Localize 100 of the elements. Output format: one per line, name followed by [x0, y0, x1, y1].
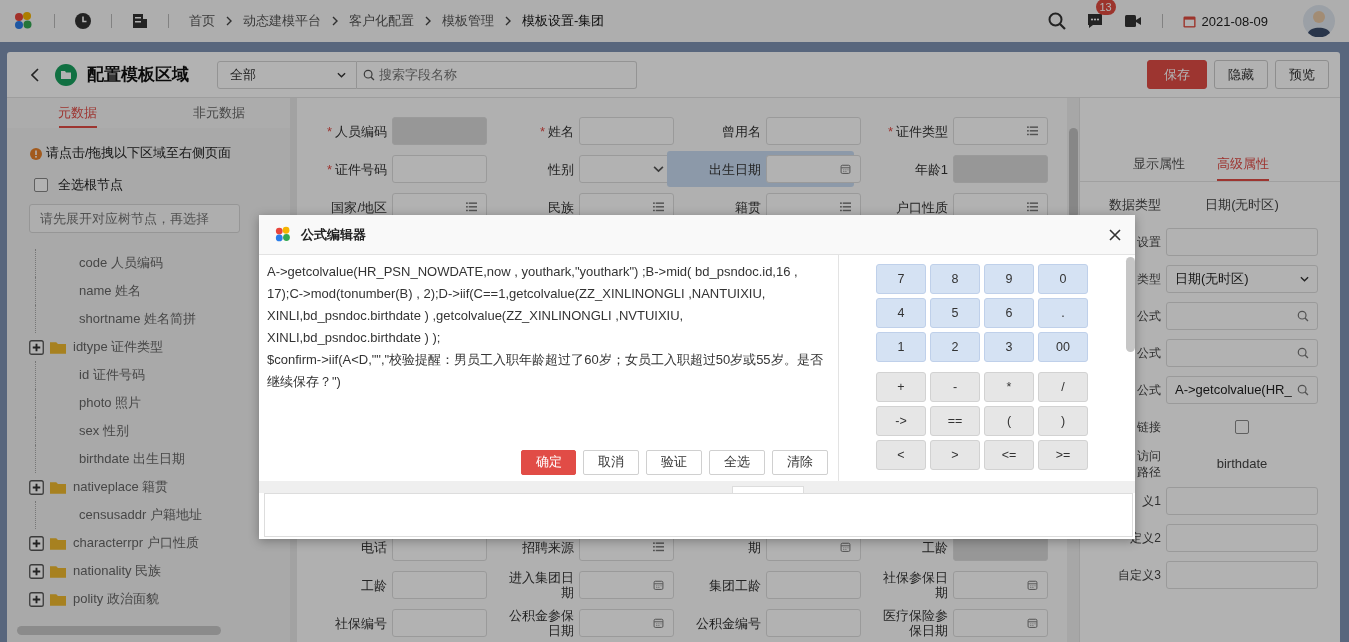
operator-key[interactable]: +: [876, 372, 926, 402]
input-field[interactable]: [392, 609, 487, 637]
tree-item[interactable]: idtype 证件类型: [73, 338, 164, 356]
tab[interactable]: 显示属性: [1133, 148, 1185, 181]
input-field[interactable]: [766, 571, 861, 599]
tree-item[interactable]: censusaddr 户籍地址: [79, 506, 202, 524]
checkbox[interactable]: [34, 178, 48, 192]
scrollbar[interactable]: [1126, 257, 1135, 352]
tree-item[interactable]: name 姓名: [79, 282, 142, 300]
picker-field[interactable]: [953, 117, 1048, 145]
tree-item[interactable]: sex 性别: [79, 422, 129, 440]
tree-item[interactable]: shortname 姓名简拼: [79, 310, 197, 328]
expand-icon[interactable]: [29, 339, 44, 355]
field-label: 籍贯: [734, 199, 761, 215]
operator-key[interactable]: -: [930, 372, 980, 402]
operator-key[interactable]: <: [876, 440, 926, 470]
confirm-button[interactable]: 确定: [521, 450, 576, 475]
input-field[interactable]: [392, 155, 487, 183]
operator-key[interactable]: ): [1038, 406, 1088, 436]
operator-key[interactable]: /: [1038, 372, 1088, 402]
breadcrumb-link[interactable]: 模板管理: [442, 12, 494, 30]
date-field[interactable]: [953, 609, 1048, 637]
close-icon[interactable]: [1109, 228, 1121, 241]
scrollbar[interactable]: [17, 626, 221, 635]
operator-key[interactable]: >: [930, 440, 980, 470]
date-field[interactable]: [953, 571, 1048, 599]
tree-item[interactable]: id 证件号码: [79, 366, 145, 384]
expand-icon[interactable]: [29, 591, 44, 607]
date-field[interactable]: [766, 155, 861, 183]
breadcrumb-link[interactable]: 首页: [189, 12, 215, 30]
video-icon[interactable]: [1123, 12, 1142, 30]
input-field[interactable]: [766, 609, 861, 637]
dialog-button[interactable]: 取消: [583, 450, 639, 475]
digit-key[interactable]: 7: [876, 264, 926, 294]
tab[interactable]: 非元数据: [148, 98, 290, 128]
digit-key[interactable]: 6: [984, 298, 1034, 328]
input-field[interactable]: [766, 117, 861, 145]
field-label: * 证件号码: [325, 161, 387, 177]
building-icon[interactable]: [132, 13, 148, 29]
digit-key[interactable]: 1: [876, 332, 926, 362]
dialog-button[interactable]: 清除: [772, 450, 828, 475]
date-field[interactable]: [579, 609, 674, 637]
tree-item[interactable]: code 人员编码: [79, 254, 163, 272]
chat-icon[interactable]: [1085, 12, 1104, 30]
breadcrumb-link[interactable]: 客户化配置: [349, 12, 414, 30]
expand-icon[interactable]: [29, 563, 44, 579]
tree-item[interactable]: characterrpr 户口性质: [73, 534, 199, 552]
date-field[interactable]: [579, 571, 674, 599]
tree-item[interactable]: nativeplace 籍贯: [73, 478, 169, 496]
input-field[interactable]: [1166, 560, 1318, 589]
dialog-button[interactable]: 验证: [646, 450, 702, 475]
operator-key[interactable]: ==: [930, 406, 980, 436]
digit-key[interactable]: 0: [1038, 264, 1088, 294]
input-field[interactable]: [392, 571, 487, 599]
select-field[interactable]: 日期(无时区): [1166, 264, 1318, 293]
back-icon[interactable]: [31, 67, 39, 82]
digit-key[interactable]: 00: [1038, 332, 1088, 362]
header-button[interactable]: 预览: [1275, 60, 1329, 89]
property-label: 自定义3: [1118, 566, 1161, 583]
avatar[interactable]: [1303, 5, 1335, 37]
dialog-button[interactable]: 全选: [709, 450, 765, 475]
scrollbar[interactable]: [1068, 128, 1078, 218]
formula-field[interactable]: [1166, 301, 1318, 330]
clock-icon[interactable]: [75, 13, 91, 29]
tree-search-field[interactable]: 请先展开对应树节点，再选择: [29, 204, 240, 233]
input-field[interactable]: [579, 117, 674, 145]
digit-key[interactable]: 5: [930, 298, 980, 328]
digit-key[interactable]: 9: [984, 264, 1034, 294]
input-field[interactable]: [1166, 523, 1318, 552]
header-button[interactable]: 隐藏: [1214, 60, 1268, 89]
search-field[interactable]: 搜索字段名称: [357, 60, 637, 89]
operator-key[interactable]: *: [984, 372, 1034, 402]
input-field[interactable]: [1166, 227, 1318, 256]
filter-select[interactable]: 全部: [217, 60, 357, 89]
operator-key[interactable]: >=: [1038, 440, 1088, 470]
expand-icon[interactable]: [29, 479, 44, 495]
digit-key[interactable]: 3: [984, 332, 1034, 362]
digit-key[interactable]: 4: [876, 298, 926, 328]
tab[interactable]: [732, 486, 804, 493]
breadcrumb-link[interactable]: 动态建模平台: [243, 12, 321, 30]
input-field[interactable]: [1166, 486, 1318, 515]
field-label: 公积金参保日期: [508, 608, 574, 638]
tree-item[interactable]: nationality 民族: [73, 562, 162, 580]
tree-item[interactable]: polity 政治面貌: [73, 590, 159, 608]
operator-key[interactable]: ->: [876, 406, 926, 436]
checkbox[interactable]: [1235, 419, 1249, 434]
operator-key[interactable]: (: [984, 406, 1034, 436]
operator-key[interactable]: <=: [984, 440, 1034, 470]
formula-editor[interactable]: A->getcolvalue(HR_PSN_NOWDATE,now , youthark,"youthark") ;B->mid( bd_psndoc.id,16 , 17);C->mod(tonumber(B) , 2);D->iif(C==1,getcolvalue(ZZ_XINLINONGLI ,NANTUIXIU, XINLI,bd_psndoc.birthdate ) ,getcolvalue(ZZ_XINLINONGLI ,NVTUIXIU, XINLI,bd_psndoc.birthdate ) ); $confirm->iif(A<D,"","校验提醒：男员工入职年龄超过了60岁；女员工入职超过50岁或55岁。是否继续保存？"): [259, 255, 838, 450]
formula-field[interactable]: A->getcolvalue(HR_: [1166, 375, 1318, 404]
expand-icon[interactable]: [29, 535, 44, 551]
tree-item[interactable]: photo 照片: [79, 394, 142, 412]
tree-item[interactable]: birthdate 出生日期: [79, 450, 186, 468]
search-icon[interactable]: [1047, 12, 1066, 30]
digit-key[interactable]: .: [1038, 298, 1088, 328]
breadcrumb-link[interactable]: 模板设置-集团: [522, 12, 605, 30]
digit-key[interactable]: 8: [930, 264, 980, 294]
save-button[interactable]: 保存: [1147, 60, 1207, 89]
formula-field[interactable]: [1166, 338, 1318, 367]
digit-key[interactable]: 2: [930, 332, 980, 362]
